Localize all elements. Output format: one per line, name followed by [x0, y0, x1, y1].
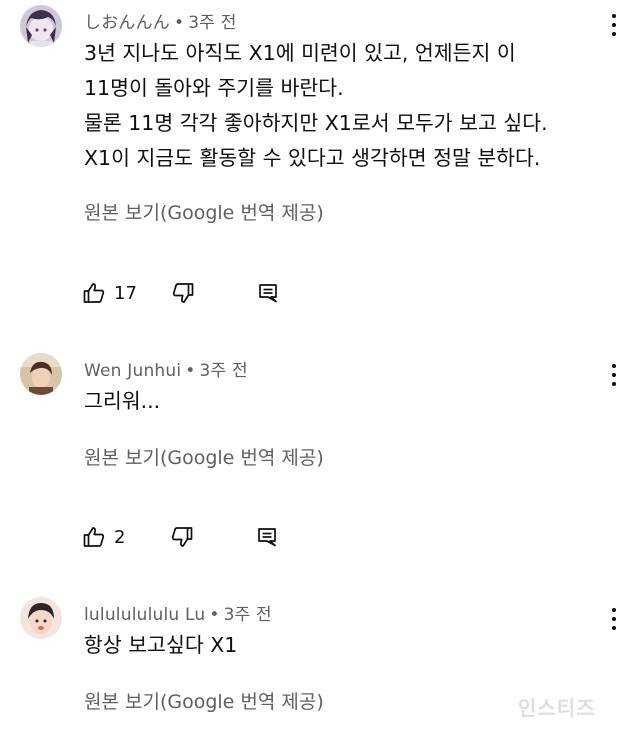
reply-button[interactable] [256, 526, 278, 548]
separator: • [209, 605, 220, 625]
thumbs-down-icon [172, 527, 193, 547]
more-vert-icon [612, 14, 616, 18]
more-options-button[interactable] [604, 606, 624, 632]
comment-line: 물론 11명 각각 좋아하지만 X1로서 모두가 보고 싶다. [84, 111, 548, 135]
reply-button[interactable] [257, 282, 279, 304]
like-count: 2 [114, 526, 126, 548]
see-original-link[interactable]: 원본 보기(Google 번역 제공) [84, 198, 324, 225]
comment-meta: しおんんん • 3주 전 [84, 8, 237, 33]
author-name[interactable]: Wen Junhui [84, 361, 181, 381]
avatar[interactable] [20, 5, 62, 47]
separator: • [174, 13, 185, 33]
comment-meta: lulululululu Lu • 3주 전 [84, 600, 272, 625]
reply-icon [258, 528, 277, 547]
comment-text: 항상 보고싶다 X1 [84, 628, 237, 663]
dislike-button[interactable] [170, 525, 194, 549]
comment-text: 3년 지나도 아직도 X1에 미련이 있고, 언제든지 이 11명이 돌아와 주… [84, 36, 548, 176]
author-name[interactable]: lulululululu Lu [84, 605, 205, 625]
more-vert-icon [612, 364, 616, 368]
watermark: 인스티즈 [518, 696, 596, 720]
thumbs-up-icon [83, 527, 105, 547]
avatar[interactable] [20, 597, 62, 639]
comment-time[interactable]: 3주 전 [188, 13, 236, 33]
more-vert-icon [612, 608, 616, 612]
comment-line: 그리워... [84, 389, 161, 413]
comment-actions: 17 [82, 280, 279, 306]
comment-text: 그리워... [84, 384, 160, 419]
comment-meta: Wen Junhui • 3주 전 [84, 356, 248, 381]
see-original-link[interactable]: 원본 보기(Google 번역 제공) [84, 687, 324, 714]
comment-line: 항상 보고싶다 X1 [84, 633, 238, 657]
see-original-link[interactable]: 원본 보기(Google 번역 제공) [84, 443, 324, 470]
comment-line: 11명이 돌아와 주기를 바란다. [84, 76, 344, 100]
comment-line: 3년 지나도 아직도 X1에 미련이 있고, 언제든지 이 [84, 41, 516, 65]
dislike-button[interactable] [171, 281, 195, 305]
reply-icon [259, 284, 277, 303]
author-name[interactable]: しおんんん [84, 13, 170, 33]
comment-line: X1이 지금도 활동할 수 있다고 생각하면 정말 분하다. [84, 146, 541, 170]
separator: • [185, 361, 196, 381]
avatar[interactable] [20, 353, 62, 395]
more-options-button[interactable] [604, 362, 624, 388]
more-options-button[interactable] [604, 12, 624, 38]
like-button[interactable]: 2 [82, 525, 125, 549]
like-button[interactable]: 17 [82, 281, 137, 305]
comment-time[interactable]: 3주 전 [200, 361, 248, 381]
comment-actions: 2 [82, 524, 278, 550]
comment-time[interactable]: 3주 전 [224, 605, 272, 625]
like-count: 17 [114, 282, 137, 304]
thumbs-up-icon [83, 283, 105, 303]
thumbs-down-icon [172, 283, 194, 303]
